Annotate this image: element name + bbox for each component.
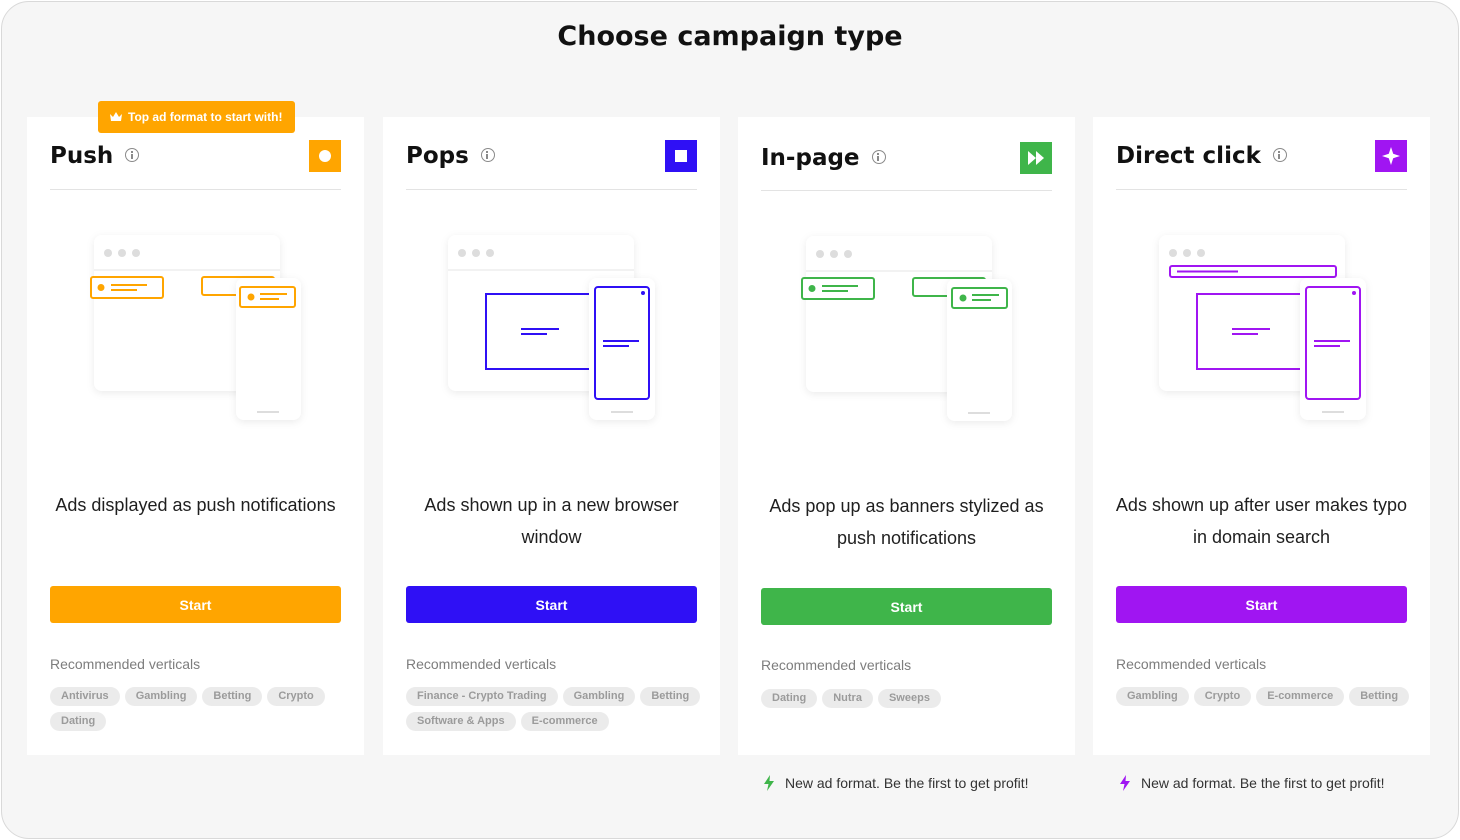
card-description: Ads shown up after user makes typo in do… (1115, 495, 1408, 547)
square-icon (665, 140, 697, 172)
tag-list: Dating Nutra Sweeps (761, 689, 1061, 708)
recommended-label: Recommended verticals (761, 657, 912, 673)
card-title: Push (50, 143, 140, 169)
vertical-tag: Nutra (822, 689, 873, 708)
fast-forward-icon (1020, 142, 1052, 174)
vertical-tag: Antivirus (50, 687, 120, 706)
card-title-text: Pops (406, 143, 469, 169)
vertical-tag: Betting (640, 687, 701, 706)
vertical-tag: Gambling (562, 687, 636, 706)
circle-icon (309, 140, 341, 172)
vertical-tag: Crypto (267, 687, 325, 706)
note-text: New ad format. Be the first to get profi… (1141, 775, 1385, 791)
vertical-tag: Gambling (124, 687, 198, 706)
note-text: New ad format. Be the first to get profi… (785, 775, 1029, 791)
push-illustration (27, 212, 364, 452)
top-format-badge: Top ad format to start with! (98, 101, 295, 133)
recommended-label: Recommended verticals (406, 656, 557, 672)
info-icon[interactable] (1272, 148, 1287, 162)
direct-click-illustration (1093, 212, 1430, 452)
campaign-type-panel: Choose campaign type Push Ads displayed … (1, 1, 1459, 839)
recommended-label: Recommended verticals (50, 656, 201, 672)
card-title-text: In-page (761, 145, 860, 171)
card-description: Ads shown up in a new browser window (424, 495, 679, 547)
card-header: Pops (406, 117, 697, 190)
vertical-tag: Software & Apps (406, 712, 516, 731)
info-icon[interactable] (480, 148, 495, 162)
badge-label: Top ad format to start with! (128, 110, 283, 124)
pops-illustration (383, 212, 720, 452)
start-button-push[interactable]: Start (50, 586, 341, 623)
vertical-tag: Dating (50, 712, 107, 731)
vertical-tag: Betting (1349, 687, 1410, 706)
vertical-tag: Dating (761, 689, 818, 708)
card-pops[interactable]: Pops Ads shown up in a new browser windo… (383, 117, 720, 755)
card-title: In-page (761, 145, 886, 171)
sparkle-icon (1375, 140, 1407, 172)
lightning-icon (763, 775, 775, 794)
card-description: Ads pop up as banners stylized as push n… (769, 496, 1044, 548)
vertical-tag: Gambling (1116, 687, 1189, 706)
vertical-tag: E-commerce (520, 712, 609, 731)
crown-icon (110, 102, 122, 134)
start-button-pops[interactable]: Start (406, 586, 697, 623)
card-direct-click[interactable]: Direct click Ads shown up after user mak… (1093, 117, 1430, 755)
card-description: Ads displayed as push notifications (55, 495, 336, 515)
card-header: In-page (761, 117, 1052, 191)
inpage-illustration (738, 213, 1075, 453)
card-title: Direct click (1116, 143, 1287, 169)
card-title: Pops (406, 143, 495, 169)
tag-list: Antivirus Gambling Betting Crypto Dating (50, 687, 350, 731)
vertical-tag: Sweeps (877, 689, 941, 708)
new-format-note-inpage: New ad format. Be the first to get profi… (763, 775, 1029, 794)
lightning-icon (1119, 775, 1131, 794)
vertical-tag: Finance - Crypto Trading (406, 687, 558, 706)
tag-list: Finance - Crypto Trading Gambling Bettin… (406, 687, 706, 731)
vertical-tag: E-commerce (1256, 687, 1345, 706)
info-icon[interactable] (125, 148, 140, 162)
card-header: Direct click (1116, 117, 1407, 190)
card-inpage[interactable]: In-page Ads pop up as banners stylized a… (738, 117, 1075, 755)
new-format-note-direct: New ad format. Be the first to get profi… (1119, 775, 1385, 794)
start-button-inpage[interactable]: Start (761, 588, 1052, 625)
card-title-text: Direct click (1116, 143, 1261, 169)
card-title-text: Push (50, 143, 114, 169)
vertical-tag: Betting (202, 687, 263, 706)
recommended-label: Recommended verticals (1116, 656, 1267, 672)
tag-list: Gambling Crypto E-commerce Betting (1116, 687, 1416, 706)
info-icon[interactable] (871, 150, 886, 164)
start-button-direct-click[interactable]: Start (1116, 586, 1407, 623)
vertical-tag: Crypto (1193, 687, 1252, 706)
card-push[interactable]: Push Ads displayed as push notifications… (27, 117, 364, 755)
page-title: Choose campaign type (557, 21, 903, 52)
